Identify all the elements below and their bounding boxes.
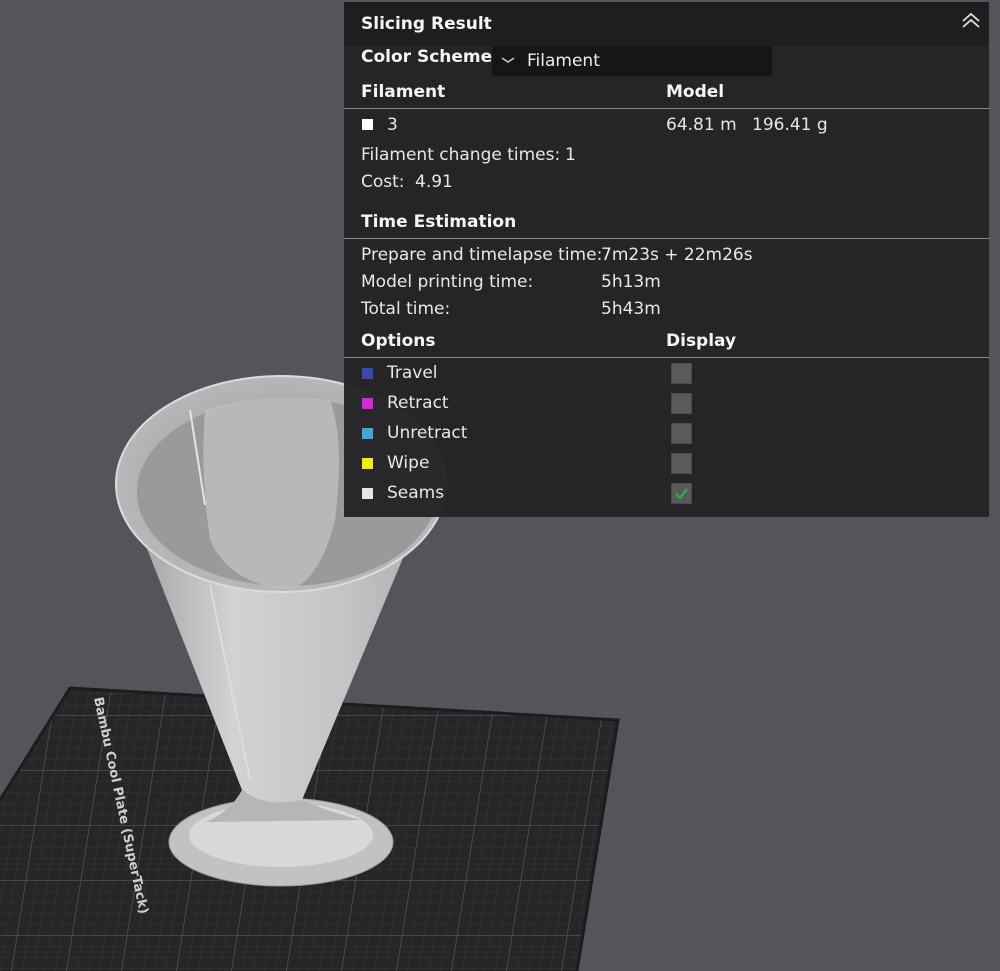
cost-value: 4.91 [415,172,453,192]
panel-title-bar: Slicing Result [344,2,989,46]
retract-color-swatch [362,398,373,409]
model-time-value: 5h13m [601,272,661,292]
model-header: Model [666,82,725,102]
seams-color-swatch [362,488,373,499]
filament-change-label: Filament change times: [361,145,561,165]
divider [344,357,989,358]
double-chevron-up-icon [962,12,980,28]
travel-color-swatch [362,368,373,379]
option-label: Seams [387,483,445,503]
cost-label: Cost: [361,172,405,192]
retract-display-checkbox[interactable] [671,393,692,414]
time-estimation-header: Time Estimation [361,212,517,232]
color-scheme-dropdown[interactable]: Filament [492,46,772,76]
panel-title: Slicing Result [361,14,492,34]
color-scheme-label: Color Scheme [361,47,493,67]
slicing-result-panel: Slicing Result Color Scheme Filament Fil… [344,2,989,517]
chevron-down-icon [501,57,515,63]
wipe-display-checkbox[interactable] [671,453,692,474]
seams-display-checkbox[interactable] [671,483,692,504]
travel-display-checkbox[interactable] [671,363,692,384]
divider [344,238,989,239]
option-label: Unretract [387,423,468,443]
prepare-time-value: 7m23s + 22m26s [601,245,753,265]
unretract-color-swatch [362,428,373,439]
unretract-display-checkbox[interactable] [671,423,692,444]
filament-change-value: 1 [565,145,576,165]
divider [344,108,989,109]
model-time-label: Model printing time: [361,272,534,292]
options-header: Options [361,331,436,351]
option-label: Travel [387,363,438,383]
option-label: Retract [387,393,449,413]
filament-length: 64.81 m [666,115,737,135]
collapse-button[interactable] [960,10,982,32]
color-scheme-value: Filament [527,51,600,71]
option-label: Wipe [387,453,430,473]
total-time-label: Total time: [361,299,451,319]
wipe-color-swatch [362,458,373,469]
prepare-time-label: Prepare and timelapse time: [361,245,603,265]
filament-header: Filament [361,82,446,102]
filament-weight: 196.41 g [752,115,828,135]
total-time-value: 5h43m [601,299,661,319]
filament-color-swatch [362,119,373,130]
checkmark-icon [675,488,688,500]
display-header: Display [666,331,737,351]
filament-id: 3 [387,115,398,135]
